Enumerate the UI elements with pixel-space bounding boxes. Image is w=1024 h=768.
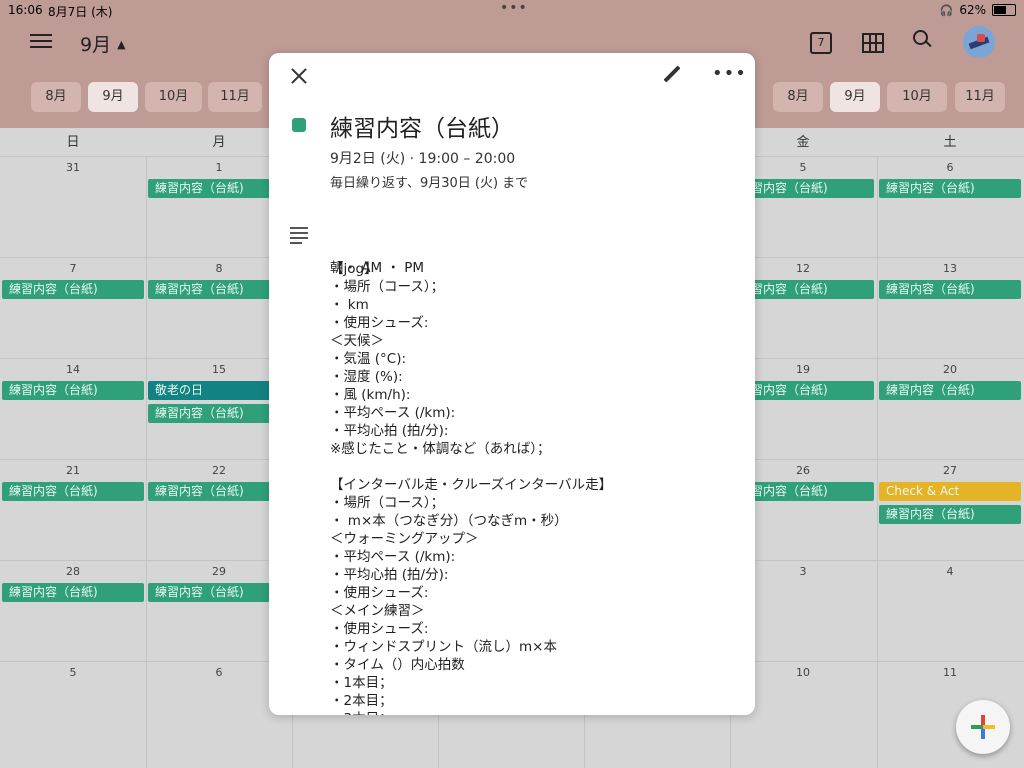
event-datetime: 9月2日 (火) · 19:00 – 20:00 bbox=[330, 151, 516, 167]
description-line: ・3本目； bbox=[330, 710, 393, 715]
month-selector[interactable]: 9月 ▲ bbox=[80, 30, 126, 57]
event-chip[interactable]: 練習内容（台紙) bbox=[2, 583, 144, 602]
multitasking-dots-icon[interactable]: ••• bbox=[500, 0, 528, 16]
description-line: ・平均ペース (/km): bbox=[330, 549, 456, 565]
description-line: ・使用シューズ: bbox=[330, 585, 429, 601]
description-line: ・場所（コース）； bbox=[330, 495, 445, 511]
description-line: ・ km bbox=[330, 297, 369, 313]
edit-pencil-icon[interactable] bbox=[661, 65, 683, 87]
event-chip[interactable]: 練習内容（台紙) bbox=[879, 280, 1021, 299]
description-line: 【インターバル走・クルーズインターバル走】 bbox=[330, 477, 613, 493]
description-line: 【jog】 bbox=[330, 261, 378, 277]
month-chip[interactable]: 9月 bbox=[830, 82, 880, 112]
month-chip[interactable]: 9月 bbox=[88, 82, 138, 112]
event-description: 朝・ AM ・ PM 【jog】・場所（コース）； ・ km ・使用シューズ: ＜天候… bbox=[330, 223, 730, 715]
month-chip[interactable]: 8月 bbox=[773, 82, 823, 112]
day-number: 27 bbox=[943, 464, 957, 477]
day-number: 31 bbox=[66, 161, 80, 174]
caret-up-icon: ▲ bbox=[117, 38, 126, 51]
status-date: 8月7日 (木) bbox=[48, 5, 113, 19]
day-number: 21 bbox=[66, 464, 80, 477]
description-line: ・平均ペース (/km): bbox=[330, 405, 456, 421]
weekday-header: 土 bbox=[943, 135, 957, 150]
event-chip[interactable]: 練習内容（台紙) bbox=[2, 280, 144, 299]
month-chip[interactable]: 11月 bbox=[955, 82, 1005, 112]
day-number: 4 bbox=[946, 565, 954, 578]
event-chip[interactable]: 練習内容（台紙) bbox=[879, 505, 1021, 524]
day-number: 13 bbox=[943, 262, 957, 275]
description-line: ・風 (km/h): bbox=[330, 387, 411, 403]
event-color-swatch bbox=[292, 118, 306, 132]
weekday-header: 日 bbox=[66, 135, 80, 150]
description-line: ・気温 (°C): bbox=[330, 351, 407, 367]
hamburger-menu-icon[interactable] bbox=[30, 30, 52, 52]
status-indicators: 🎧 62% bbox=[940, 3, 1016, 17]
day-number: 28 bbox=[66, 565, 80, 578]
event-recurrence: 毎日繰り返す、9月30日 (火) まで bbox=[330, 176, 529, 191]
description-line: ・平均心拍 (拍/分): bbox=[330, 567, 449, 583]
event-chip[interactable]: Check & Act bbox=[879, 482, 1021, 501]
description-icon bbox=[290, 224, 308, 247]
day-number: 5 bbox=[69, 666, 77, 679]
description-line: ・湿度 (%): bbox=[330, 369, 403, 385]
event-chip[interactable]: 練習内容（台紙) bbox=[2, 482, 144, 501]
description-first-line: 朝・ AM ・ PM bbox=[330, 260, 425, 276]
status-time: 16:06 bbox=[8, 3, 43, 17]
battery-icon bbox=[992, 4, 1016, 16]
status-bar: 16:06 8月7日 (木) ••• 🎧 62% bbox=[0, 0, 1024, 20]
month-chip[interactable]: 10月 bbox=[145, 82, 202, 112]
headphones-icon: 🎧 bbox=[939, 3, 954, 17]
description-line: ・ m×本（つなぎ分）（つなぎm・秒） bbox=[330, 513, 568, 529]
day-number: 11 bbox=[943, 666, 957, 679]
description-line: ※感じたこと・体調など（あれば）； bbox=[330, 441, 551, 457]
event-title: 練習内容（台紙） bbox=[330, 116, 514, 142]
description-line: ＜メイン練習＞ bbox=[330, 603, 425, 619]
description-line: ・平均心拍 (拍/分): bbox=[330, 423, 449, 439]
event-chip[interactable]: 練習内容（台紙) bbox=[879, 381, 1021, 400]
description-line: ・2本目； bbox=[330, 693, 393, 709]
close-icon[interactable] bbox=[289, 66, 309, 86]
description-line: ＜天候＞ bbox=[330, 333, 384, 349]
view-grid-icon[interactable] bbox=[862, 33, 884, 53]
more-options-icon[interactable]: ••• bbox=[712, 63, 747, 84]
today-calendar-icon[interactable]: 7 bbox=[810, 32, 832, 54]
month-chip[interactable]: 10月 bbox=[887, 82, 947, 112]
day-number: 7 bbox=[69, 262, 77, 275]
day-number: 20 bbox=[943, 363, 957, 376]
day-number: 14 bbox=[66, 363, 80, 376]
battery-percent: 62% bbox=[959, 3, 986, 17]
event-chip[interactable]: 練習内容（台紙) bbox=[2, 381, 144, 400]
avatar[interactable] bbox=[963, 26, 995, 58]
search-icon[interactable] bbox=[913, 30, 933, 50]
description-line: ・タイム（）内心拍数 bbox=[330, 657, 465, 673]
month-chip[interactable]: 8月 bbox=[31, 82, 81, 112]
description-line: ・使用シューズ: bbox=[330, 315, 429, 331]
event-detail-dialog: ••• 練習内容（台紙） 9月2日 (火) · 19:00 – 20:00 毎日… bbox=[269, 53, 755, 715]
month-chip[interactable]: 11月 bbox=[208, 82, 262, 112]
description-line: ・場所（コース）； bbox=[330, 279, 445, 295]
description-line: ＜ウォーミングアップ＞ bbox=[330, 531, 479, 547]
create-event-button[interactable] bbox=[956, 700, 1010, 754]
description-line: ・1本目； bbox=[330, 675, 393, 691]
day-number: 6 bbox=[946, 161, 954, 174]
description-line: ・ウィンドスプリント（流し）m×本 bbox=[330, 639, 557, 655]
month-title: 9月 bbox=[80, 34, 112, 56]
event-chip[interactable]: 練習内容（台紙) bbox=[879, 179, 1021, 198]
description-line: ・使用シューズ: bbox=[330, 621, 429, 637]
